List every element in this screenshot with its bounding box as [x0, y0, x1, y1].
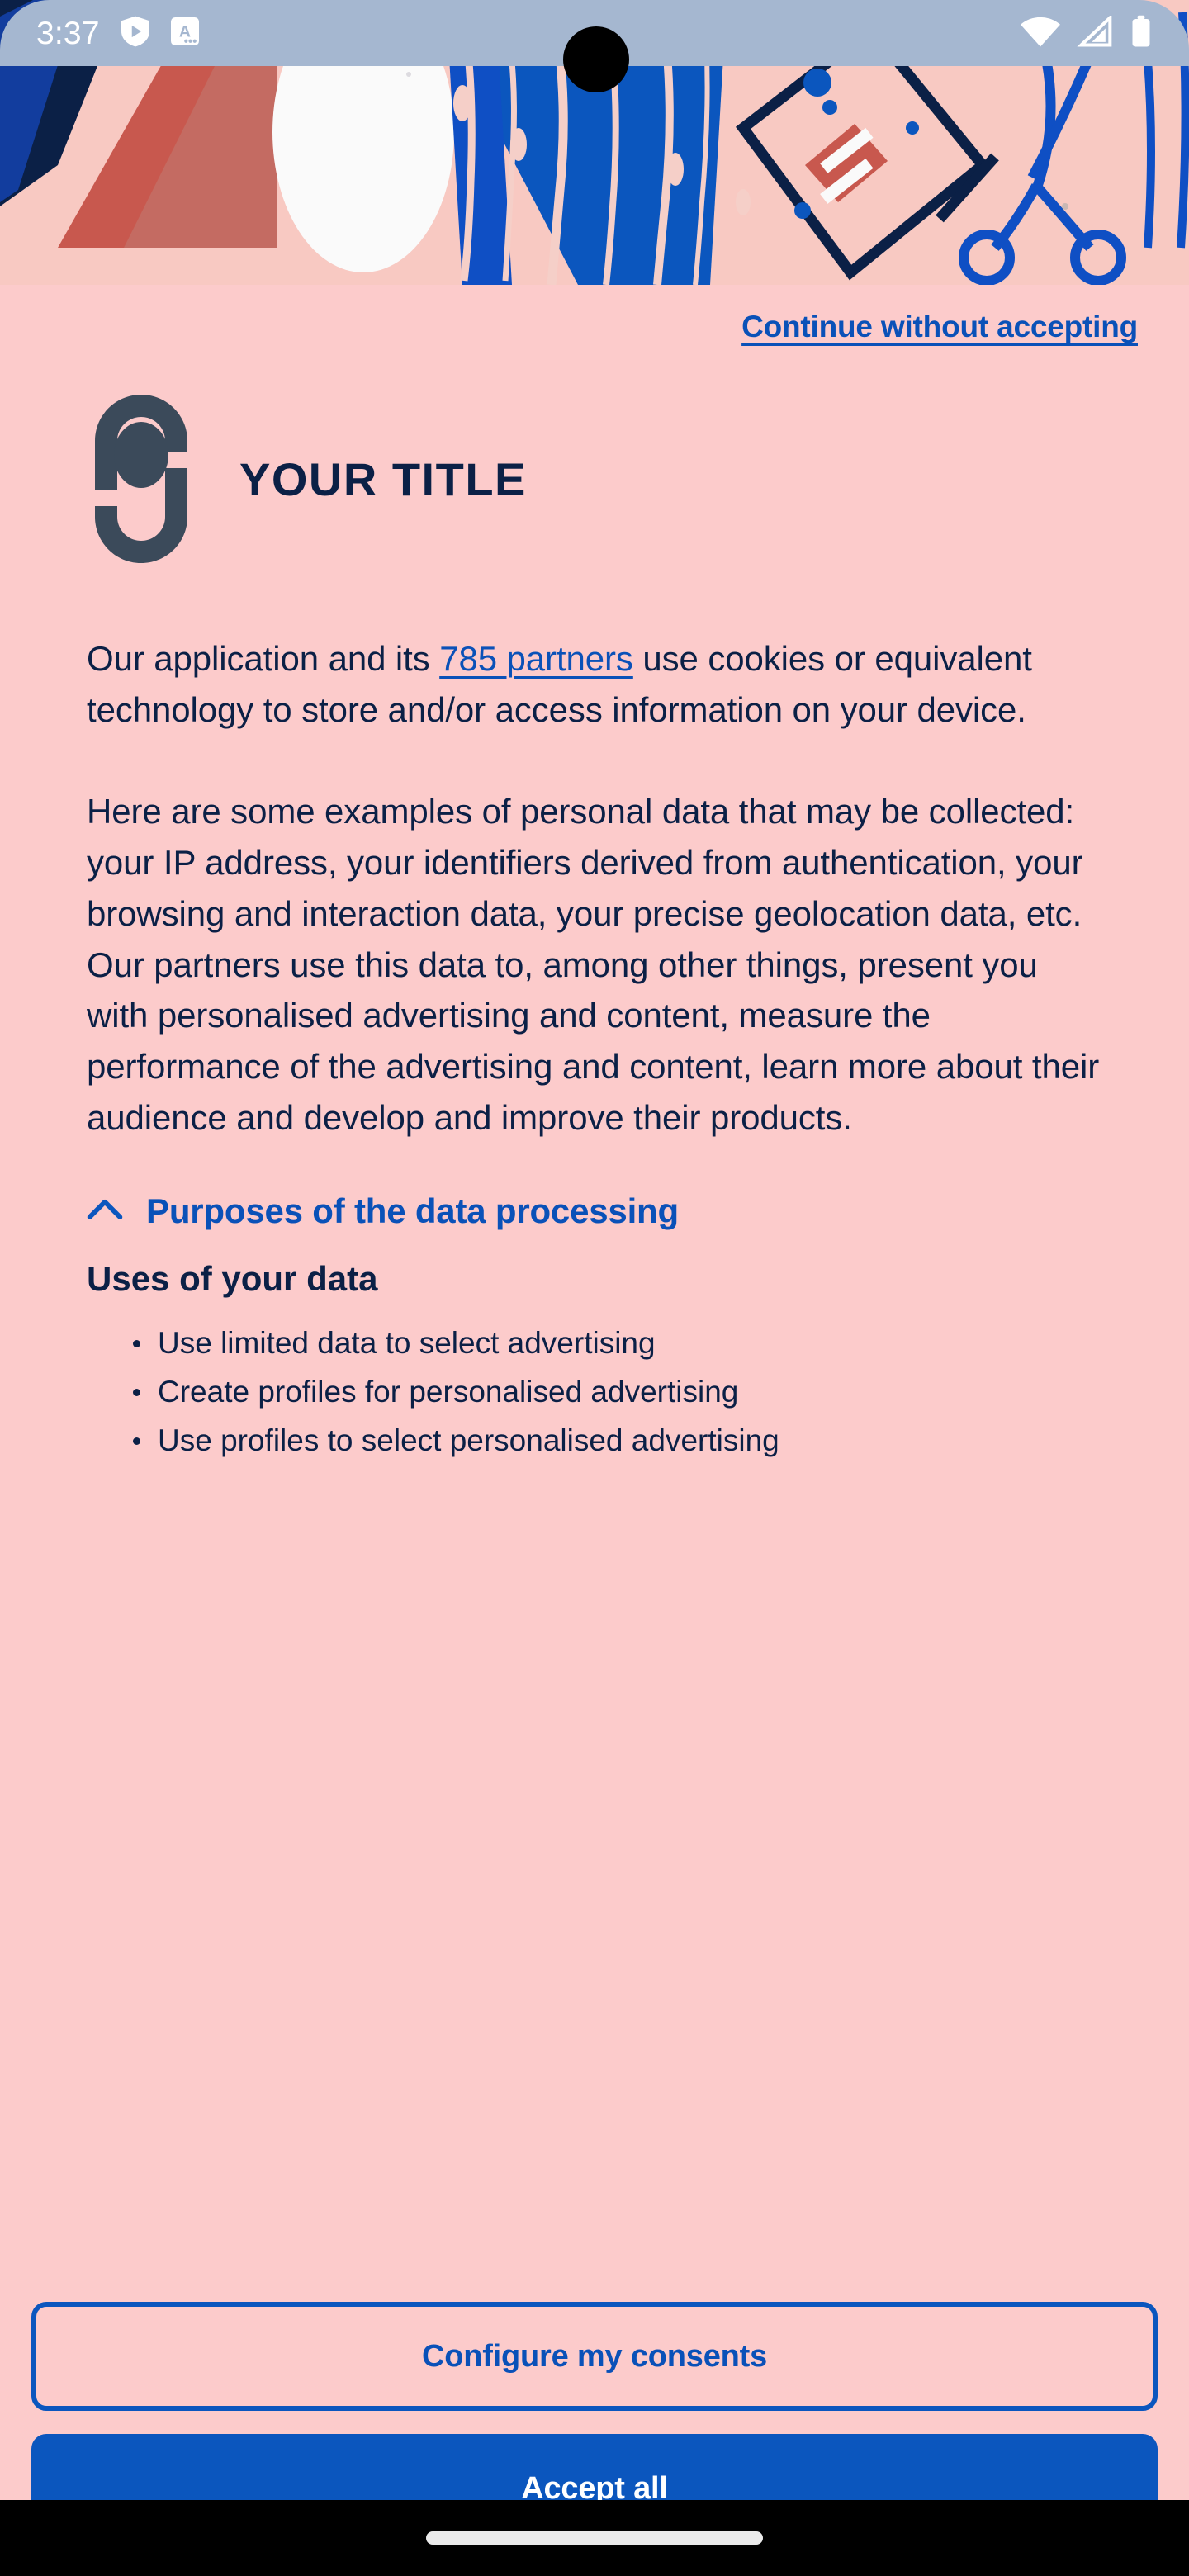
purposes-accordion-toggle[interactable]: Purposes of the data processing: [87, 1191, 1102, 1231]
svg-text:A: A: [179, 22, 191, 40]
list-item: Use limited data to select advertising: [133, 1322, 1102, 1364]
page-title: YOUR TITLE: [239, 452, 527, 505]
dialog-header: YOUR TITLE: [0, 344, 1189, 566]
configure-my-consents-button[interactable]: Configure my consents: [31, 2302, 1158, 2411]
list-item: Use profiles to select personalised adve…: [133, 1419, 1102, 1461]
wifi-icon: [1021, 16, 1060, 51]
paragraph-intro-before: Our application and its: [87, 639, 440, 678]
consent-dialog: Continue without accepting YOUR TITLE Ou…: [0, 285, 1189, 2576]
uses-of-your-data-list: Use limited data to select advertising C…: [87, 1322, 1102, 1461]
translate-a-icon: A: [170, 17, 199, 50]
phone-screen: 3:37 A Continue without accepting YOUR T…: [0, 0, 1189, 2576]
dialog-content: Our application and its 785 partners use…: [0, 633, 1189, 1461]
status-bar-right: [1021, 13, 1153, 52]
paragraph-examples: Here are some examples of personal data …: [87, 792, 1100, 1137]
purposes-accordion-label: Purposes of the data processing: [146, 1191, 679, 1230]
camera-punch-hole: [563, 26, 629, 92]
continue-without-accepting-link[interactable]: Continue without accepting: [741, 310, 1138, 344]
brand-logo: [92, 392, 190, 566]
status-bar-clock: 3:37: [36, 15, 100, 51]
cellular-signal-icon: [1077, 13, 1113, 51]
play-protect-shield-icon: [121, 16, 149, 51]
system-navigation-bar: [0, 2500, 1189, 2576]
partners-count-link[interactable]: 785 partners: [439, 639, 633, 678]
uses-of-your-data-heading: Uses of your data: [87, 1258, 378, 1298]
paragraph-intro: Our application and its 785 partners use…: [87, 633, 1102, 735]
continue-without-accepting-row: Continue without accepting: [0, 285, 1189, 344]
chevron-up-icon: [87, 1197, 123, 1224]
battery-icon: [1130, 15, 1153, 52]
list-item: Create profiles for personalised adverti…: [133, 1371, 1102, 1413]
home-indicator[interactable]: [426, 2531, 763, 2545]
status-bar-left: 3:37 A: [36, 16, 199, 51]
